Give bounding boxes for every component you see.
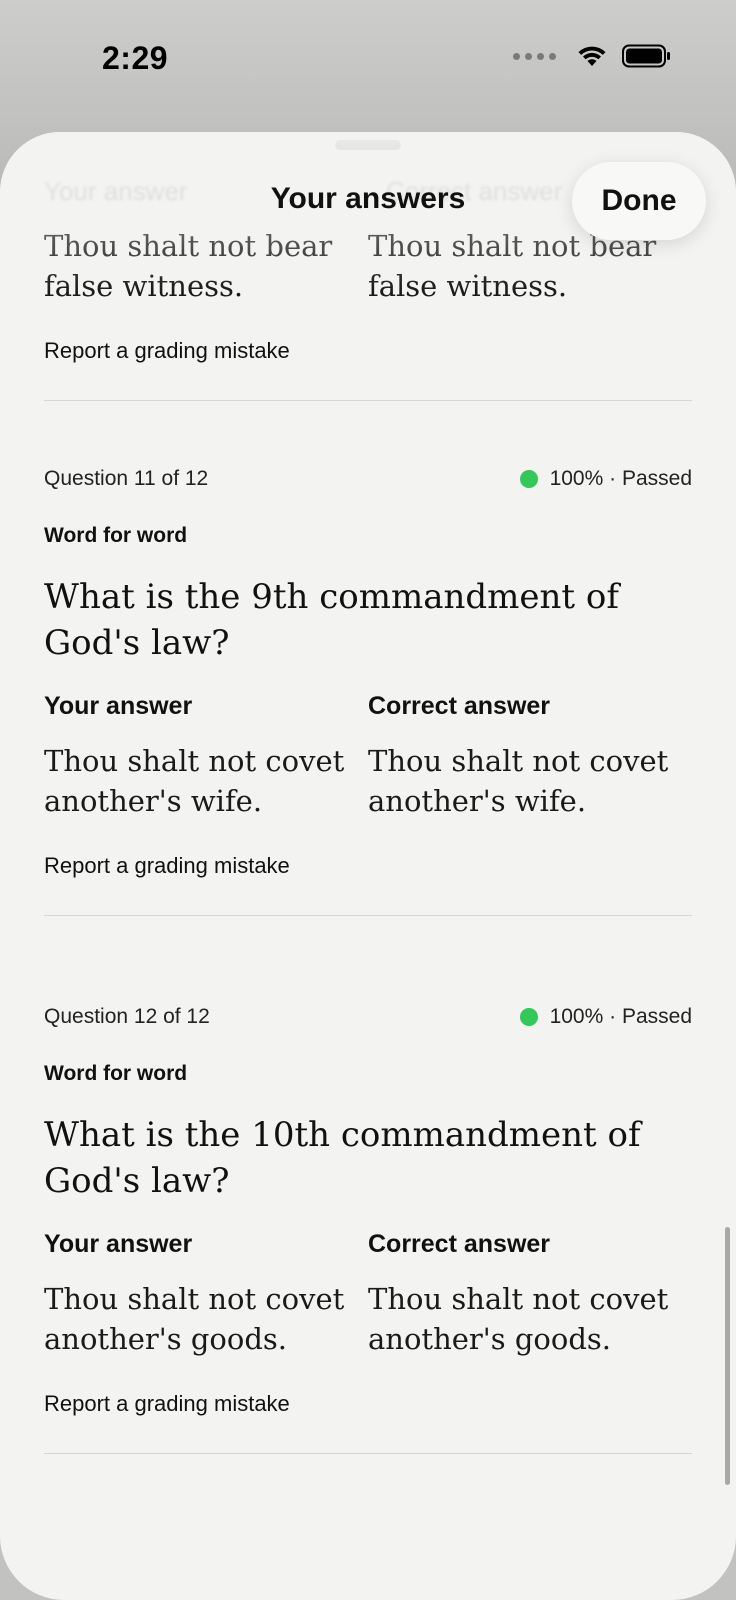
score-badge: 100% · Passed	[519, 467, 692, 491]
your-answer-text: Thou shalt not covet another's goods.	[44, 1282, 345, 1356]
answer-pair: Thou shalt not covet another's wife. Tho…	[44, 741, 692, 821]
answer-labels: Your answer Correct answer	[44, 1230, 692, 1259]
answer-pair: Thou shalt not covet another's goods. Th…	[44, 1279, 692, 1359]
your-answer-text: Thou shalt not bear false witness.	[44, 229, 333, 303]
status-time: 2:29	[102, 40, 169, 76]
status-icons	[513, 44, 672, 68]
report-grading-mistake-link[interactable]: Report a grading mistake	[44, 853, 692, 879]
question-type: Word for word	[44, 1062, 188, 1085]
score-badge: 100% · Passed	[519, 1005, 692, 1029]
question-text: What is the 10th commandment of God's la…	[44, 1115, 641, 1201]
previous-question-card: Thou shalt not bear false witness. Thou …	[44, 226, 692, 401]
question-number: Question 12 of 12	[44, 1005, 210, 1028]
status-bar: 2:29	[0, 0, 736, 120]
your-answer-label: Your answer	[44, 692, 193, 720]
question-meta: Question 12 of 12 100% · Passed	[44, 1005, 692, 1029]
answers-sheet: Your answer Correct answer Your answers …	[0, 132, 736, 1600]
question-card: Question 11 of 12 100% · Passed Word for…	[44, 467, 692, 916]
your-answer-label: Your answer	[44, 1230, 193, 1258]
divider	[44, 400, 692, 401]
correct-answer-text: Thou shalt not covet another's goods.	[368, 1282, 669, 1356]
report-grading-mistake-link[interactable]: Report a grading mistake	[44, 338, 692, 364]
correct-answer-label: Correct answer	[368, 692, 551, 720]
question-card: Question 12 of 12 100% · Passed Word for…	[44, 1005, 692, 1454]
signal-dots-icon	[513, 52, 556, 60]
question-type: Word for word	[44, 524, 188, 547]
score-text: 100% · Passed	[549, 1005, 692, 1028]
score-text: 100% · Passed	[549, 467, 692, 490]
question-meta: Question 11 of 12 100% · Passed	[44, 467, 692, 491]
wifi-icon	[578, 46, 606, 66]
divider	[44, 915, 692, 916]
battery-icon	[622, 44, 670, 68]
passed-dot-icon	[519, 470, 538, 488]
passed-dot-icon	[519, 1008, 538, 1026]
question-number: Question 11 of 12	[44, 467, 209, 490]
answer-pair: Thou shalt not bear false witness. Thou …	[44, 226, 692, 306]
answer-labels: Your answer Correct answer	[44, 692, 692, 721]
sheet-grabber[interactable]	[335, 140, 401, 150]
correct-answer-text: Thou shalt not covet another's wife.	[368, 744, 669, 818]
done-button[interactable]: Done	[572, 162, 706, 240]
question-text: What is the 9th commandment of God's law…	[44, 577, 619, 663]
your-answer-text: Thou shalt not covet another's wife.	[44, 744, 345, 818]
correct-answer-label: Correct answer	[368, 1230, 551, 1258]
divider	[44, 1453, 692, 1454]
scrollbar[interactable]	[725, 1227, 730, 1485]
report-grading-mistake-link[interactable]: Report a grading mistake	[44, 1391, 692, 1417]
